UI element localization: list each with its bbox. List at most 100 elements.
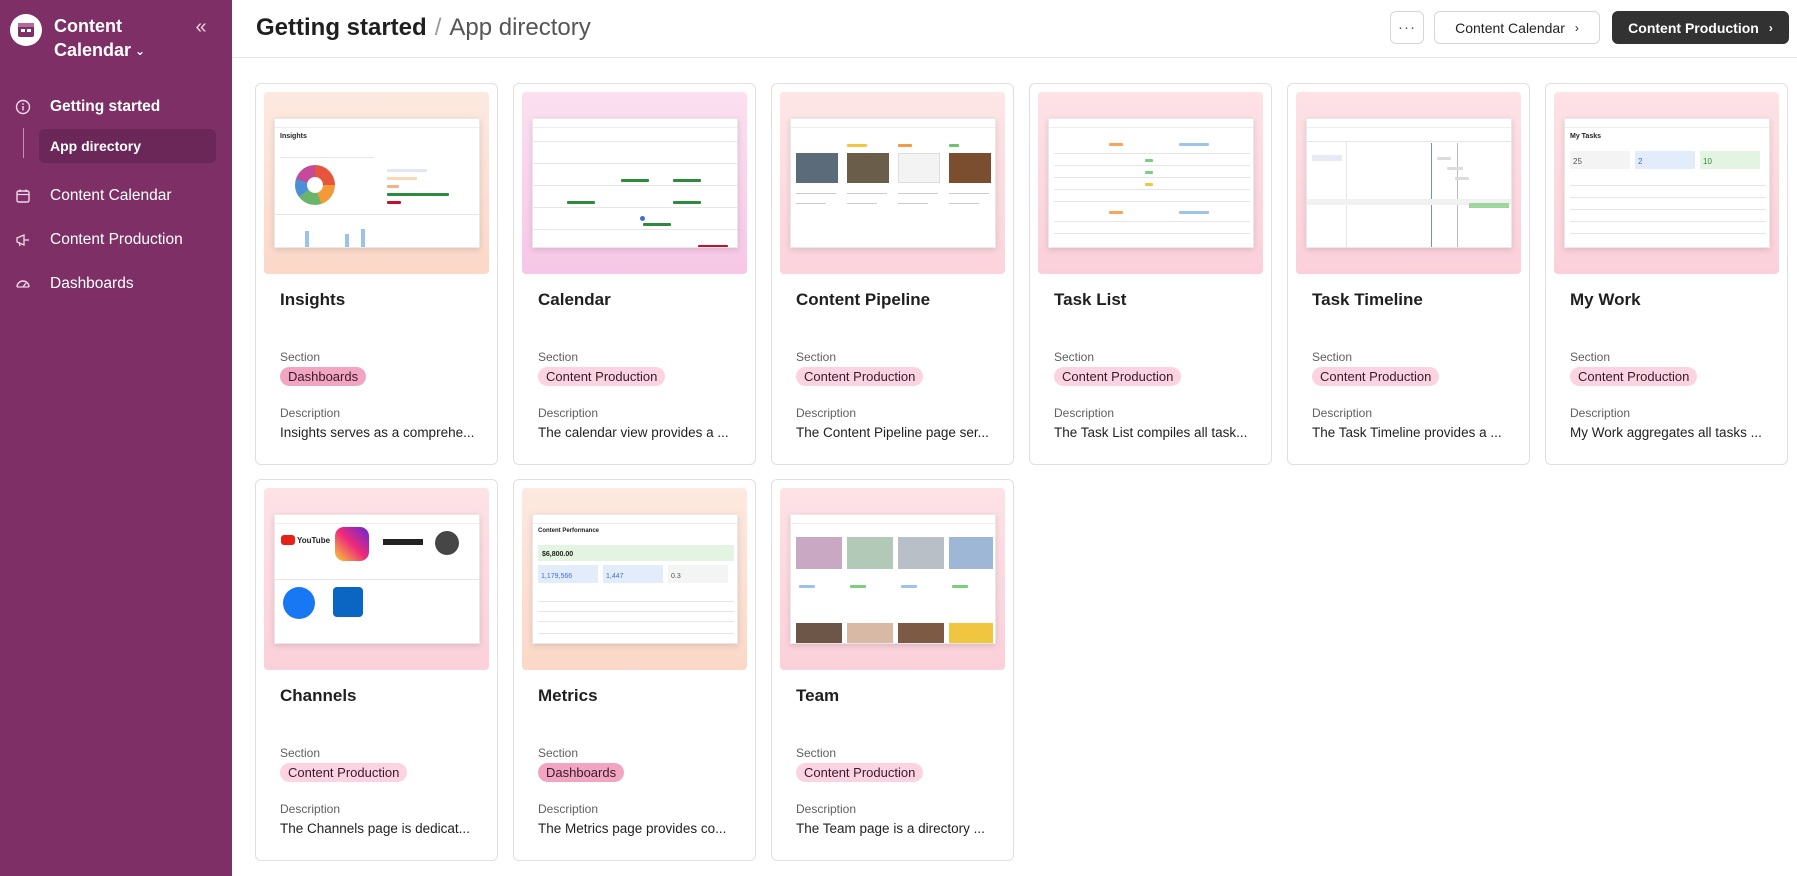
card-title: Metrics xyxy=(538,686,598,705)
breadcrumb: Getting started / App directory xyxy=(256,13,591,43)
preview-stat: 1,447 xyxy=(606,573,624,580)
facebook-logo-icon xyxy=(283,587,315,619)
card-title: Channels xyxy=(280,686,357,705)
sidebar-item-getting-started[interactable]: Getting started xyxy=(0,89,232,125)
section-label: Section xyxy=(280,746,321,760)
sidebar-item-label: Content Calendar xyxy=(50,187,172,204)
pipeline-preview xyxy=(790,118,996,248)
workspace-title[interactable]: Content Calendar ⌄ xyxy=(54,14,174,63)
team-preview xyxy=(790,514,996,644)
section-label: Section xyxy=(796,746,837,760)
app-thumbnail xyxy=(522,92,747,274)
youtube-wordmark: YouTube xyxy=(297,536,331,545)
section-badge: Dashboards xyxy=(538,763,625,782)
app-card-team[interactable]: Team Section Content Production Descript… xyxy=(771,479,1014,861)
insights-preview: Insights xyxy=(274,118,480,248)
page-title: App directory xyxy=(449,14,591,41)
sub-nav-line xyxy=(23,128,24,158)
section-badge: Content Production xyxy=(1570,367,1698,386)
card-title: Task Timeline xyxy=(1312,290,1423,309)
workspace-logo-icon xyxy=(10,14,42,46)
channels-preview: YouTube xyxy=(274,514,480,644)
collapse-sidebar-icon[interactable]: « xyxy=(190,16,212,38)
preview-stat: 0.3 xyxy=(671,573,681,580)
card-description: Insights serves as a comprehe... xyxy=(280,425,475,440)
app-thumbnail: Content Performance $6,800.00 1,179,566 … xyxy=(522,488,747,670)
description-label: Description xyxy=(538,802,599,816)
sidebar-item-label: Dashboards xyxy=(50,275,134,292)
card-title: Insights xyxy=(280,290,346,309)
section-badge: Content Production xyxy=(538,367,666,386)
sidebar: Content Calendar ⌄ « Getting started App … xyxy=(0,0,232,876)
preview-stat: 2 xyxy=(1638,157,1643,166)
info-circle-icon xyxy=(14,98,32,116)
megaphone-icon xyxy=(14,231,32,249)
sidebar-item-content-production[interactable]: Content Production xyxy=(0,222,232,258)
breadcrumb-getting-started[interactable]: Getting started xyxy=(256,14,427,41)
my-work-preview: My Tasks 25 2 10 xyxy=(1564,118,1770,248)
sidebar-item-label: Content Production xyxy=(50,231,183,248)
app-card-calendar[interactable]: Calendar Section Content Production Desc… xyxy=(513,83,756,465)
card-description: The Content Pipeline page ser... xyxy=(796,425,989,440)
content-production-button[interactable]: Content Production › xyxy=(1612,11,1789,44)
preview-heading: My Tasks xyxy=(1570,133,1601,140)
content-calendar-button[interactable]: Content Calendar › xyxy=(1434,11,1600,44)
section-label: Section xyxy=(538,746,579,760)
app-card-task-timeline[interactable]: Task Timeline Section Content Production… xyxy=(1287,83,1530,465)
app-card-task-list[interactable]: Task List Section Content Production Des… xyxy=(1029,83,1272,465)
section-badge: Content Production xyxy=(796,763,924,782)
card-title: Team xyxy=(796,686,840,705)
instagram-logo-icon xyxy=(335,527,369,561)
gauge-icon xyxy=(14,275,32,293)
app-thumbnail xyxy=(780,92,1005,274)
preview-heading: Insights xyxy=(280,133,307,140)
app-card-content-pipeline[interactable]: Content Pipeline Section Content Product… xyxy=(771,83,1014,465)
linkedin-logo-icon xyxy=(333,587,363,617)
section-label: Section xyxy=(280,350,321,364)
card-description: The Metrics page provides co... xyxy=(538,821,727,836)
content-calendar-button-label: Content Calendar xyxy=(1455,19,1565,36)
sidebar-item-app-directory[interactable]: App directory xyxy=(39,129,216,163)
workspace-switcher[interactable]: Content Calendar ⌄ xyxy=(10,14,174,63)
app-card-insights[interactable]: Insights Insights Section Dashboards Des… xyxy=(255,83,498,465)
card-description: The Team page is a directory ... xyxy=(796,821,985,836)
sidebar-item-dashboards[interactable]: Dashboards xyxy=(0,266,232,302)
app-card-metrics[interactable]: Content Performance $6,800.00 1,179,566 … xyxy=(513,479,756,861)
app-card-channels[interactable]: YouTube Channels Section Content Product… xyxy=(255,479,498,861)
app-thumbnail: Insights xyxy=(264,92,489,274)
description-label: Description xyxy=(1054,406,1115,420)
app-thumbnail xyxy=(1296,92,1521,274)
card-title: Task List xyxy=(1054,290,1127,309)
section-label: Section xyxy=(796,350,837,364)
card-description: The Task List compiles all task... xyxy=(1054,425,1248,440)
preview-stat: 10 xyxy=(1703,157,1712,166)
task-timeline-preview xyxy=(1306,118,1512,248)
app-thumbnail: My Tasks 25 2 10 xyxy=(1554,92,1779,274)
page-header: Getting started / App directory ··· Conten… xyxy=(232,0,1797,58)
task-list-preview xyxy=(1048,118,1254,248)
preview-heading: Content Performance xyxy=(538,528,600,534)
description-label: Description xyxy=(280,406,341,420)
description-label: Description xyxy=(1312,406,1373,420)
section-label: Section xyxy=(538,350,579,364)
app-card-my-work[interactable]: My Tasks 25 2 10 My Work Section Content… xyxy=(1545,83,1788,465)
card-description: The Channels page is dedicat... xyxy=(280,821,470,836)
description-label: Description xyxy=(796,802,857,816)
app-thumbnail xyxy=(1038,92,1263,274)
content-production-button-label: Content Production xyxy=(1628,19,1759,36)
card-title: Calendar xyxy=(538,290,611,309)
card-description: The Task Timeline provides a ... xyxy=(1312,425,1502,440)
section-label: Section xyxy=(1312,350,1353,364)
description-label: Description xyxy=(538,406,599,420)
section-badge: Dashboards xyxy=(280,367,367,386)
donut-chart xyxy=(295,165,335,205)
section-badge: Content Production xyxy=(796,367,924,386)
card-description: My Work aggregates all tasks ... xyxy=(1570,425,1762,440)
sidebar-item-content-calendar[interactable]: Content Calendar xyxy=(0,178,232,214)
more-options-button[interactable]: ··· xyxy=(1390,11,1424,44)
calendar-icon xyxy=(14,187,32,205)
section-label: Section xyxy=(1054,350,1095,364)
metrics-preview: Content Performance $6,800.00 1,179,566 … xyxy=(532,514,738,644)
card-title: My Work xyxy=(1570,290,1641,309)
preview-stat: 25 xyxy=(1573,157,1582,166)
